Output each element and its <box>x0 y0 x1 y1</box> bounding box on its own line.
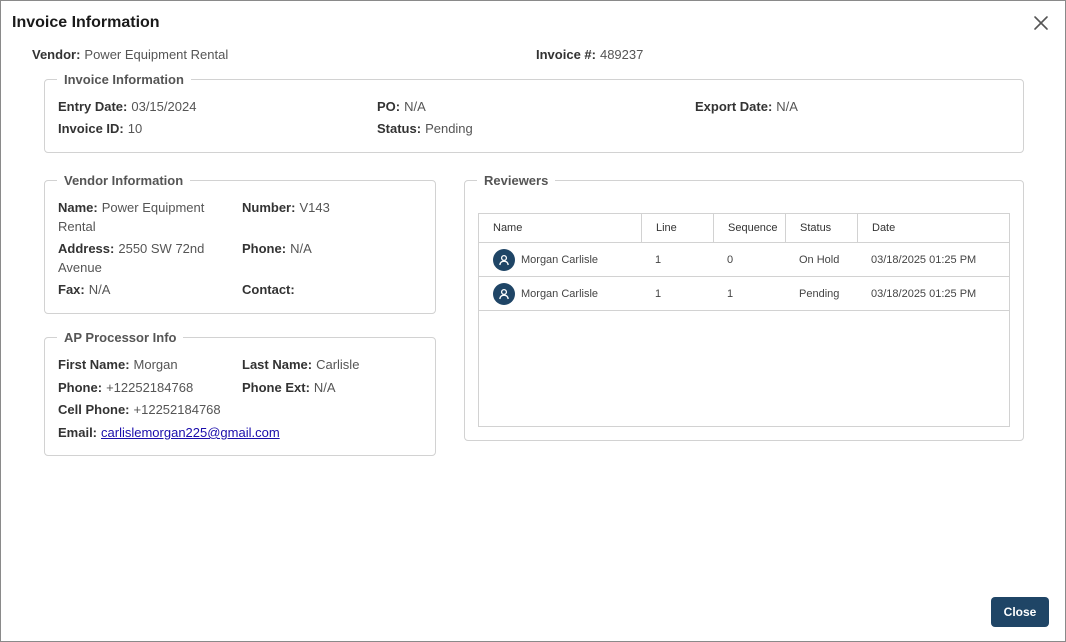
column-header-name[interactable]: Name <box>479 214 641 243</box>
vendor-number-field: Number: V143 <box>242 198 330 217</box>
reviewer-name: Morgan Carlisle <box>521 288 599 300</box>
export-date-label: Export Date: <box>695 99 773 114</box>
po-field: PO: N/A <box>377 97 426 116</box>
invoice-number-summary: Invoice #: 489237 <box>536 47 643 62</box>
ap-processor-legend: AP Processor Info <box>64 330 177 345</box>
reviewer-name: Morgan Carlisle <box>521 254 599 266</box>
export-date-field: Export Date: N/A <box>695 97 798 116</box>
vendor-summary: Vendor: Power Equipment Rental <box>32 47 228 62</box>
reviewer-sequence: 1 <box>727 288 734 300</box>
invoice-info-legend: Invoice Information <box>64 72 184 87</box>
reviewer-sequence: 0 <box>727 254 734 266</box>
reviewer-date: 03/18/2025 01:25 PM <box>871 254 977 266</box>
vendor-number-label: Number: <box>242 200 296 215</box>
vendor-name-label: Name: <box>58 200 98 215</box>
invoice-number-value: 489237 <box>599 47 644 62</box>
column-header-sequence[interactable]: Sequence <box>713 214 785 243</box>
vendor-value: Power Equipment Rental <box>84 47 229 62</box>
vendor-phone-field: Phone: N/A <box>242 239 312 258</box>
vendor-phone-value: N/A <box>290 241 312 256</box>
first-name-label: First Name: <box>58 357 130 372</box>
email-field: Email: carlislemorgan225@gmail.com <box>58 423 280 442</box>
reviewers-table-header: Name Line Sequence Status Date <box>479 214 1009 243</box>
invoice-dialog: Invoice Information Vendor: Power Equipme… <box>0 0 1066 642</box>
vendor-address-field: Address: 2550 SW 72nd Avenue <box>58 239 228 277</box>
vendor-fax-field: Fax: N/A <box>58 280 110 299</box>
reviewer-status: Pending <box>799 288 840 300</box>
last-name-value: Carlisle <box>316 357 360 372</box>
vendor-fax-value: N/A <box>88 282 111 297</box>
reviewers-legend: Reviewers <box>484 173 549 188</box>
reviewer-date: 03/18/2025 01:25 PM <box>871 288 977 300</box>
email-link[interactable]: carlislemorgan225@gmail.com <box>101 425 280 440</box>
phone-ext-value: N/A <box>313 380 336 395</box>
email-label: Email: <box>58 425 98 440</box>
vendor-phone-label: Phone: <box>242 241 287 256</box>
entry-date-field: Entry Date: 03/15/2024 <box>58 97 196 116</box>
vendor-fax-label: Fax: <box>58 282 85 297</box>
vendor-label: Vendor: <box>32 47 81 62</box>
status-field: Status: Pending <box>377 119 473 138</box>
entry-date-label: Entry Date: <box>58 99 128 114</box>
status-label: Status: <box>377 121 422 136</box>
user-avatar-icon <box>493 283 515 305</box>
column-header-date[interactable]: Date <box>857 214 1009 243</box>
vendor-contact-field: Contact: <box>242 280 299 299</box>
status-value: Pending <box>425 121 473 136</box>
ap-phone-value: +12252184768 <box>106 380 194 395</box>
cell-phone-field: Cell Phone: +12252184768 <box>58 400 221 419</box>
cell-phone-label: Cell Phone: <box>58 402 130 417</box>
close-button[interactable]: Close <box>991 597 1049 627</box>
vendor-contact-label: Contact: <box>242 282 295 297</box>
invoice-number-label: Invoice #: <box>536 47 596 62</box>
first-name-field: First Name: Morgan <box>58 355 178 374</box>
column-header-line[interactable]: Line <box>641 214 713 243</box>
ap-phone-field: Phone: +12252184768 <box>58 378 193 397</box>
vendor-name-field: Name: Power Equipment Rental <box>58 198 228 236</box>
vendor-address-label: Address: <box>58 241 115 256</box>
po-label: PO: <box>377 99 401 114</box>
dialog-title: Invoice Information <box>12 14 160 31</box>
reviewers-table: Name Line Sequence Status Date Morgan Ca… <box>478 213 1010 427</box>
cell-phone-value: +12252184768 <box>133 402 221 417</box>
entry-date-value: 03/15/2024 <box>131 99 197 114</box>
phone-ext-field: Phone Ext: N/A <box>242 378 336 397</box>
reviewer-status: On Hold <box>799 254 840 266</box>
first-name-value: Morgan <box>133 357 178 372</box>
invoice-id-label: Invoice ID: <box>58 121 124 136</box>
last-name-field: Last Name: Carlisle <box>242 355 359 374</box>
close-icon[interactable] <box>1031 13 1051 33</box>
po-value: N/A <box>404 99 426 114</box>
phone-ext-label: Phone Ext: <box>242 380 310 395</box>
ap-phone-label: Phone: <box>58 380 103 395</box>
export-date-value: N/A <box>776 99 798 114</box>
invoice-id-field: Invoice ID: 10 <box>58 119 142 138</box>
last-name-label: Last Name: <box>242 357 313 372</box>
reviewer-line: 1 <box>655 288 662 300</box>
reviewer-line: 1 <box>655 254 662 266</box>
vendor-number-value: V143 <box>299 200 330 215</box>
table-row[interactable]: Morgan Carlisle 1 1 Pending 03/18/2025 0… <box>479 277 1009 311</box>
user-avatar-icon <box>493 249 515 271</box>
table-row[interactable]: Morgan Carlisle 1 0 On Hold 03/18/2025 0… <box>479 243 1009 277</box>
column-header-status[interactable]: Status <box>785 214 857 243</box>
vendor-info-legend: Vendor Information <box>64 173 184 188</box>
invoice-id-value: 10 <box>127 121 143 136</box>
